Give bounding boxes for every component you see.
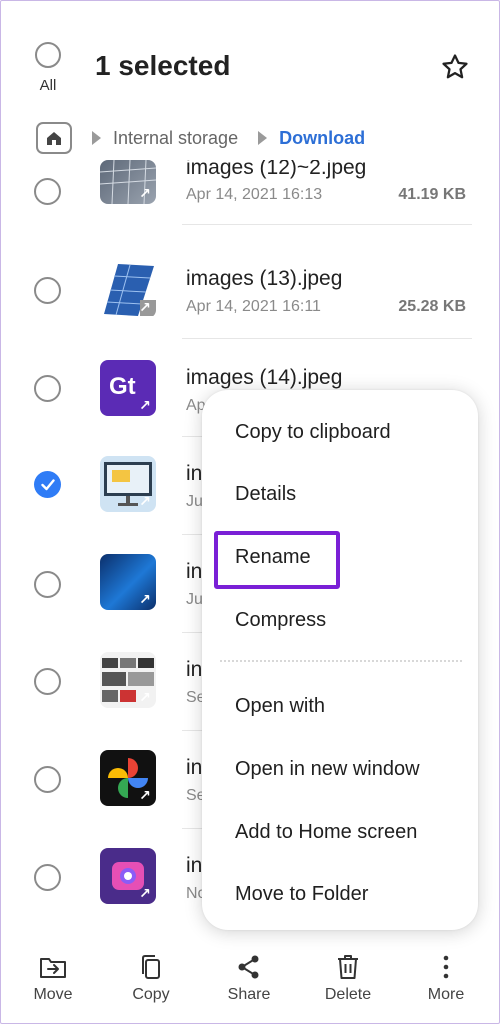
checkmark-icon — [40, 478, 55, 490]
file-size: 25.28 KB — [398, 298, 466, 315]
menu-item-move-to-folder[interactable]: Move to Folder — [235, 883, 368, 906]
shortcut-arrow-icon: ↗ — [139, 884, 151, 901]
menu-item-compress[interactable]: Compress — [235, 609, 326, 632]
file-date: Apr 14, 2021 16:13 — [186, 186, 323, 203]
shortcut-arrow-icon: ↗ — [139, 184, 151, 201]
share-button[interactable]: Share — [209, 954, 289, 1004]
copy-button[interactable]: Copy — [111, 954, 191, 1004]
list-item[interactable]: ↗ images (13).jpeg Apr 14, 2021 16:11 25… — [0, 242, 500, 340]
breadcrumb-arrow-icon — [258, 131, 268, 145]
file-name: images (14).jpeg — [186, 366, 343, 389]
breadcrumb-arrow-icon — [92, 131, 101, 145]
selection-header: All 1 selected — [0, 0, 500, 118]
shortcut-arrow-icon: ↗ — [139, 786, 151, 803]
file-date: Ju — [186, 591, 203, 608]
delete-label: Delete — [324, 986, 372, 1003]
thumbnail-windows-wallpaper: ↗ — [100, 554, 156, 610]
home-icon — [47, 132, 61, 145]
row-checkbox-checked[interactable] — [34, 471, 61, 498]
file-name: in — [186, 756, 203, 779]
select-all-toggle[interactable]: All — [30, 42, 66, 94]
logo-glyph: Gt — [109, 373, 136, 400]
file-date: Apr 14, 2021 16:11 — [186, 298, 321, 315]
row-checkbox[interactable] — [34, 571, 61, 598]
shortcut-arrow-icon: ↗ — [139, 396, 151, 413]
share-icon — [238, 955, 259, 979]
star-icon[interactable] — [440, 52, 470, 82]
move-folder-icon — [40, 958, 66, 978]
thumbnail-app-logo: Gt ↗ — [100, 360, 156, 416]
copy-icon — [142, 955, 160, 979]
more-button[interactable]: More — [406, 954, 486, 1004]
breadcrumb-download[interactable]: Download — [279, 128, 365, 149]
divider — [182, 224, 472, 225]
row-checkbox[interactable] — [34, 864, 61, 891]
selection-count-title: 1 selected — [95, 50, 231, 81]
file-name: images (12)~2.jpeg — [186, 160, 367, 179]
thumbnail-solar-panel-tilted: ↗ — [100, 262, 156, 318]
bottom-action-bar: Move Copy Share Delete More — [0, 948, 500, 1024]
file-size: 41.19 KB — [398, 186, 466, 203]
shortcut-arrow-icon: ↗ — [139, 492, 151, 509]
select-all-label: All — [39, 77, 57, 94]
file-name: in — [186, 462, 203, 485]
menu-item-copy-to-clipboard[interactable]: Copy to clipboard — [235, 421, 391, 444]
trash-icon — [338, 955, 358, 979]
more-label: More — [427, 986, 465, 1003]
menu-item-rename[interactable]: Rename — [235, 546, 311, 569]
share-label: Share — [227, 986, 271, 1003]
row-checkbox[interactable] — [34, 668, 61, 695]
row-checkbox[interactable] — [34, 375, 61, 402]
divider — [182, 338, 472, 339]
breadcrumb-internal-storage[interactable]: Internal storage — [113, 128, 238, 149]
file-date: Ju — [186, 493, 203, 510]
file-name: images (13).jpeg — [186, 267, 343, 290]
list-item[interactable]: ↗ images (12)~2.jpeg Apr 14, 2021 16:13 … — [0, 160, 500, 242]
file-name: in — [186, 658, 203, 681]
breadcrumb: Internal storage Download — [36, 120, 365, 156]
delete-button[interactable]: Delete — [308, 954, 388, 1004]
thumbnail-camera-app: ↗ — [100, 848, 156, 904]
shortcut-arrow-icon: ↗ — [139, 688, 151, 705]
row-checkbox[interactable] — [34, 178, 61, 205]
thumbnail-solar-panel: ↗ — [100, 160, 156, 204]
file-name: in — [186, 854, 203, 877]
shortcut-arrow-icon: ↗ — [139, 298, 151, 315]
shortcut-arrow-icon: ↗ — [139, 590, 151, 607]
select-all-checkbox[interactable] — [35, 42, 61, 68]
menu-separator — [220, 660, 462, 662]
menu-item-details[interactable]: Details — [235, 483, 296, 506]
thumbnail-screenshot: ↗ — [100, 652, 156, 708]
more-vertical-icon — [443, 955, 449, 979]
copy-label: Copy — [132, 986, 170, 1003]
move-label: Move — [33, 986, 73, 1003]
move-button[interactable]: Move — [13, 954, 93, 1004]
context-menu: Copy to clipboard Details Rename Compres… — [202, 390, 478, 930]
thumbnail-photos-logo: ↗ — [100, 750, 156, 806]
menu-item-open-with[interactable]: Open with — [235, 695, 325, 718]
file-name: in — [186, 560, 203, 583]
menu-item-open-in-new-window[interactable]: Open in new window — [235, 758, 420, 781]
thumbnail-monitor: ↗ — [100, 456, 156, 512]
home-button[interactable] — [36, 122, 72, 154]
menu-item-add-to-home-screen[interactable]: Add to Home screen — [235, 821, 417, 844]
row-checkbox[interactable] — [34, 277, 61, 304]
row-checkbox[interactable] — [34, 766, 61, 793]
